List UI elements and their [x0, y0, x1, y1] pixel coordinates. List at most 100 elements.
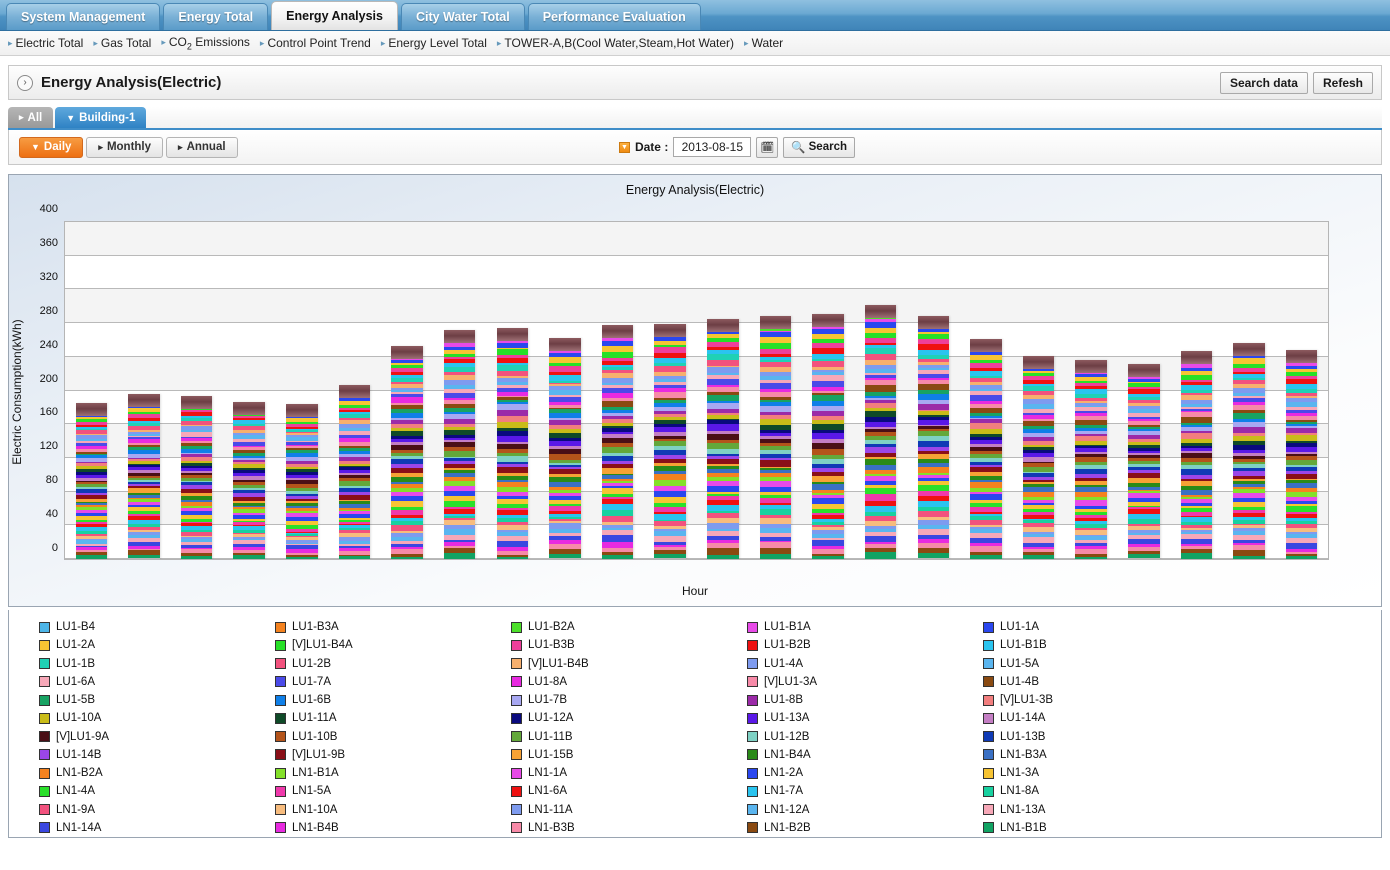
- legend-item[interactable]: LN1-14A: [39, 819, 275, 837]
- breadcrumb-item-5[interactable]: ▸ TOWER-A,B(Cool Water,Steam,Hot Water): [497, 36, 734, 50]
- legend-item[interactable]: [V]LU1-B4B: [511, 655, 747, 673]
- legend-item[interactable]: LN1-B2A: [39, 764, 275, 782]
- period-button-monthly[interactable]: ▸ Monthly: [86, 136, 164, 158]
- stacked-bar[interactable]: [812, 313, 844, 559]
- legend-item[interactable]: LN1-8A: [983, 782, 1219, 800]
- stacked-bar[interactable]: [759, 316, 792, 559]
- legend-item[interactable]: LN1-B1A: [275, 764, 511, 782]
- legend-item[interactable]: LU1-6A: [39, 673, 275, 691]
- legend-item[interactable]: LU1-2A: [39, 636, 275, 654]
- main-tab-2[interactable]: Energy Analysis: [271, 1, 398, 30]
- legend-item[interactable]: LN1-B3A: [983, 746, 1219, 764]
- refresh-button[interactable]: Refesh: [1312, 71, 1373, 94]
- stacked-bar[interactable]: [180, 395, 213, 559]
- legend-item[interactable]: LN1-B4B: [275, 819, 511, 837]
- legend-item[interactable]: LU1-6B: [275, 691, 511, 709]
- legend-item[interactable]: LU1-10B: [275, 728, 511, 746]
- stacked-bar[interactable]: [286, 403, 318, 559]
- stacked-bar[interactable]: [391, 345, 423, 559]
- legend-item[interactable]: [V]LU1-9B: [275, 746, 511, 764]
- search-data-button[interactable]: Search data: [1219, 71, 1308, 94]
- stacked-bar[interactable]: [1285, 350, 1318, 559]
- legend-item[interactable]: LN1-9A: [39, 801, 275, 819]
- period-button-annual[interactable]: ▸ Annual: [166, 136, 238, 158]
- legend-item[interactable]: LU1-13A: [747, 709, 983, 727]
- stacked-bar[interactable]: [233, 402, 265, 559]
- legend-item[interactable]: LN1-4A: [39, 782, 275, 800]
- stacked-bar[interactable]: [1233, 343, 1265, 559]
- legend-item[interactable]: LU1-B1B: [983, 636, 1219, 654]
- legend-item[interactable]: LU1-15B: [511, 746, 747, 764]
- legend-item[interactable]: LU1-B3B: [511, 636, 747, 654]
- stacked-bar[interactable]: [338, 385, 371, 559]
- legend-item[interactable]: LN1-7A: [747, 782, 983, 800]
- legend-item[interactable]: LU1-B2A: [511, 618, 747, 636]
- legend-item[interactable]: LU1-1B: [39, 655, 275, 673]
- legend-item[interactable]: LU1-12A: [511, 709, 747, 727]
- legend-item[interactable]: LN1-3A: [983, 764, 1219, 782]
- legend-item[interactable]: LU1-5A: [983, 655, 1219, 673]
- legend-item[interactable]: LU1-8B: [747, 691, 983, 709]
- legend-item[interactable]: LU1-2B: [275, 655, 511, 673]
- legend-item[interactable]: LU1-B1A: [747, 618, 983, 636]
- legend-item[interactable]: LU1-11B: [511, 728, 747, 746]
- legend-item[interactable]: LU1-B3A: [275, 618, 511, 636]
- stacked-bar[interactable]: [75, 403, 108, 559]
- legend-item[interactable]: [V]LU1-3B: [983, 691, 1219, 709]
- legend-item[interactable]: LU1-12B: [747, 728, 983, 746]
- legend-item[interactable]: LN1-1A: [511, 764, 747, 782]
- building-tab-1[interactable]: ▼ Building-1: [55, 107, 147, 128]
- legend-item[interactable]: LN1-11A: [511, 801, 747, 819]
- stacked-bar[interactable]: [443, 329, 476, 559]
- legend-item[interactable]: LU1-7B: [511, 691, 747, 709]
- legend-item[interactable]: LN1-B2B: [747, 819, 983, 837]
- legend-item[interactable]: [V]LU1-9A: [39, 728, 275, 746]
- legend-item[interactable]: LN1-B3B: [511, 819, 747, 837]
- main-tab-3[interactable]: City Water Total: [400, 3, 525, 30]
- legend-item[interactable]: LU1-7A: [275, 673, 511, 691]
- legend-item[interactable]: LU1-11A: [275, 709, 511, 727]
- stacked-bar[interactable]: [654, 323, 686, 559]
- legend-item[interactable]: LU1-13B: [983, 728, 1219, 746]
- legend-item[interactable]: LN1-5A: [275, 782, 511, 800]
- legend-item[interactable]: LU1-B2B: [747, 636, 983, 654]
- legend-item[interactable]: LU1-4B: [983, 673, 1219, 691]
- chevron-right-icon[interactable]: ›: [17, 74, 33, 91]
- main-tab-4[interactable]: Performance Evaluation: [527, 3, 701, 30]
- building-tab-0[interactable]: ▸ All: [8, 107, 54, 128]
- breadcrumb-item-4[interactable]: ▸ Energy Level Total: [381, 36, 487, 50]
- search-button[interactable]: 🔍 Search: [783, 136, 855, 158]
- main-tab-1[interactable]: Energy Total: [163, 3, 269, 30]
- legend-item[interactable]: LN1-12A: [747, 801, 983, 819]
- stacked-bar[interactable]: [601, 324, 634, 559]
- legend-item[interactable]: LU1-10A: [39, 709, 275, 727]
- stacked-bar[interactable]: [970, 339, 1002, 559]
- stacked-bar[interactable]: [707, 318, 739, 559]
- legend-item[interactable]: LU1-5B: [39, 691, 275, 709]
- legend-item[interactable]: [V]LU1-3A: [747, 673, 983, 691]
- breadcrumb-item-2[interactable]: ▸ CO2 Emissions: [161, 35, 250, 51]
- legend-item[interactable]: LU1-1A: [983, 618, 1219, 636]
- main-tab-0[interactable]: System Management: [6, 3, 161, 30]
- stacked-bar[interactable]: [864, 304, 897, 559]
- legend-item[interactable]: LU1-14B: [39, 746, 275, 764]
- stacked-bar[interactable]: [1180, 350, 1213, 559]
- stacked-bar[interactable]: [496, 328, 529, 559]
- breadcrumb-item-6[interactable]: ▸ Water: [744, 36, 783, 50]
- stacked-bar[interactable]: [1128, 364, 1160, 559]
- legend-item[interactable]: LN1-13A: [983, 801, 1219, 819]
- breadcrumb-item-0[interactable]: ▸ Electric Total: [8, 36, 83, 50]
- breadcrumb-item-3[interactable]: ▸ Control Point Trend: [260, 36, 371, 50]
- legend-item[interactable]: LU1-B4: [39, 618, 275, 636]
- legend-item[interactable]: LN1-10A: [275, 801, 511, 819]
- legend-item[interactable]: LN1-B1B: [983, 819, 1219, 837]
- legend-item[interactable]: LN1-2A: [747, 764, 983, 782]
- legend-item[interactable]: LN1-B4A: [747, 746, 983, 764]
- stacked-bar[interactable]: [1075, 360, 1107, 559]
- calendar-picker-icon[interactable]: 🗓: [756, 136, 779, 158]
- legend-item[interactable]: LU1-8A: [511, 673, 747, 691]
- stacked-bar[interactable]: [549, 338, 581, 559]
- stacked-bar[interactable]: [1022, 355, 1055, 559]
- legend-item[interactable]: LU1-4A: [747, 655, 983, 673]
- breadcrumb-item-1[interactable]: ▸ Gas Total: [93, 36, 151, 50]
